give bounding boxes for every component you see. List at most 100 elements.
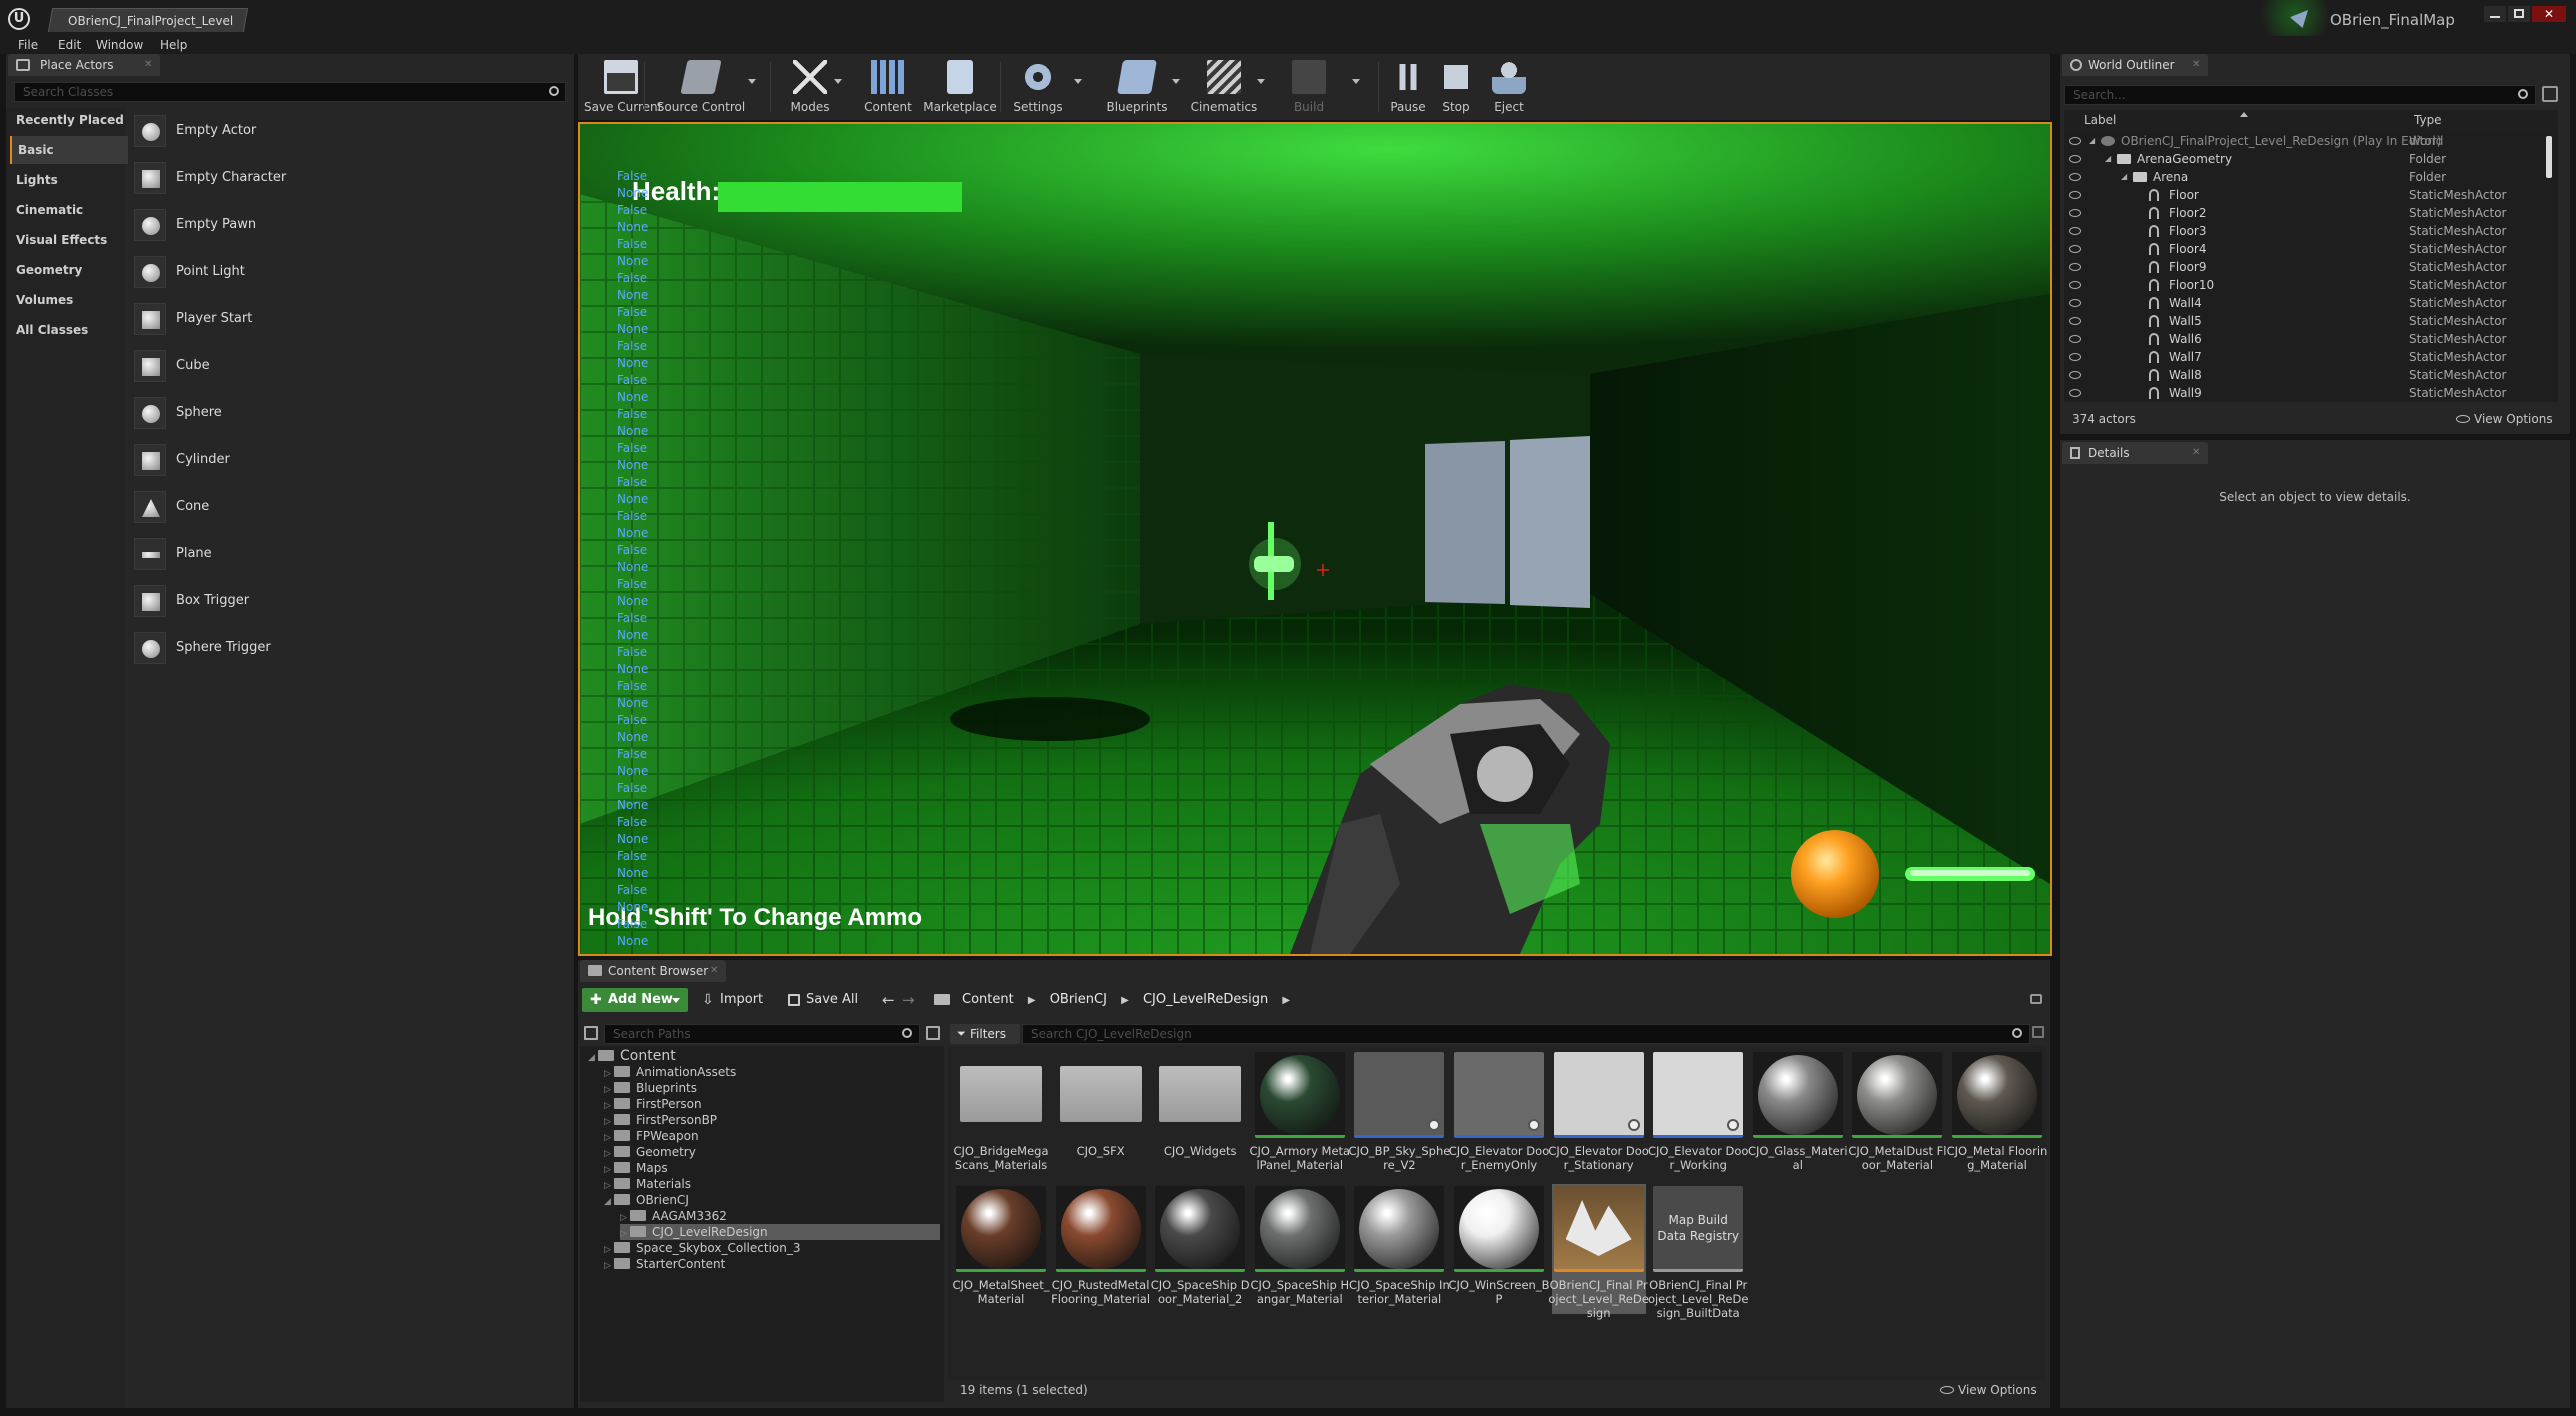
visibility-eye-icon[interactable] bbox=[2069, 227, 2081, 235]
source-control-button[interactable]: Source Control bbox=[652, 56, 750, 116]
path-tree-item-firstperson[interactable]: ▷ FirstPerson bbox=[604, 1096, 702, 1112]
dropdown-arrow-icon[interactable] bbox=[1074, 79, 1082, 84]
collapse-arrow-icon[interactable]: ◢ bbox=[604, 1194, 614, 1210]
paths-options-icon[interactable] bbox=[926, 1026, 940, 1040]
modes-button[interactable]: Modes bbox=[778, 56, 842, 116]
asset-tile[interactable]: CJO_MetalDust Floor_Material bbox=[1848, 1050, 1946, 1180]
visibility-eye-icon[interactable] bbox=[2069, 353, 2081, 361]
visibility-eye-icon[interactable] bbox=[2069, 209, 2081, 217]
save-all-button[interactable]: Save All bbox=[806, 988, 858, 1012]
actor-item-cube[interactable]: Cube bbox=[130, 345, 570, 387]
category-visual-effects[interactable]: Visual Effects bbox=[10, 226, 128, 254]
outliner-row-wall4[interactable]: Wall4 StaticMeshActor bbox=[2065, 294, 2555, 312]
actor-item-box-trigger[interactable]: Box Trigger bbox=[130, 580, 570, 622]
asset-tile[interactable]: CJO_Elevator Door_EnemyOnly bbox=[1449, 1050, 1549, 1180]
path-tree-item-geometry[interactable]: ▷ Geometry bbox=[604, 1144, 696, 1160]
breadcrumb-item[interactable]: CJO_LevelReDesign bbox=[1143, 992, 1268, 1007]
category-cinematic[interactable]: Cinematic bbox=[10, 196, 128, 224]
path-tree-item-startercontent[interactable]: ▷ StarterContent bbox=[604, 1256, 725, 1272]
menu-window[interactable]: Window bbox=[96, 36, 143, 54]
actor-item-empty-actor[interactable]: Empty Actor bbox=[130, 110, 570, 152]
menu-help[interactable]: Help bbox=[160, 36, 187, 54]
dropdown-arrow-icon[interactable] bbox=[1352, 79, 1360, 84]
visibility-eye-icon[interactable] bbox=[2069, 173, 2081, 181]
collapse-arrow-icon[interactable]: ◢ bbox=[588, 1050, 598, 1066]
asset-tile[interactable]: CJO_WinScreen_BP bbox=[1448, 1184, 1550, 1314]
import-button[interactable]: Import bbox=[720, 988, 763, 1012]
category-all-classes[interactable]: All Classes bbox=[10, 316, 128, 344]
visibility-eye-icon[interactable] bbox=[2069, 191, 2081, 199]
assets-view-options[interactable]: View Options bbox=[1958, 1380, 2037, 1400]
stop-button[interactable]: Stop bbox=[1434, 56, 1478, 116]
content-browser-tab-close-icon[interactable]: ✕ bbox=[710, 960, 718, 982]
asset-tile[interactable]: CJO_SpaceShip Door_Material_2 bbox=[1151, 1184, 1250, 1314]
category-lights[interactable]: Lights bbox=[10, 166, 128, 194]
path-tree-item-firstpersonbp[interactable]: ▷ FirstPersonBP bbox=[604, 1112, 717, 1128]
dropdown-arrow-icon[interactable] bbox=[1257, 79, 1265, 84]
category-geometry[interactable]: Geometry bbox=[10, 256, 128, 284]
outliner-row-arenageometry[interactable]: ◢ ArenaGeometry Folder bbox=[2065, 150, 2555, 168]
visibility-eye-icon[interactable] bbox=[2069, 371, 2081, 379]
path-tree-item-cjo-levelredesign[interactable]: ▷ CJO_LevelReDesign bbox=[620, 1224, 940, 1240]
history-forward-icon[interactable]: → bbox=[902, 988, 915, 1012]
settings-button[interactable]: Settings bbox=[1006, 56, 1070, 116]
asset-tile[interactable]: CJO_MetalSheet_Material bbox=[953, 1184, 1049, 1314]
path-tree-item-fpweapon[interactable]: ▷ FPWeapon bbox=[604, 1128, 699, 1144]
marketplace-button[interactable]: Marketplace bbox=[916, 56, 1004, 116]
maximize-button[interactable] bbox=[2508, 6, 2530, 22]
outliner-search-input[interactable] bbox=[2064, 85, 2536, 105]
visibility-eye-icon[interactable] bbox=[2069, 389, 2081, 397]
dropdown-arrow-icon[interactable] bbox=[1172, 79, 1180, 84]
path-tree-item-space-skybox-collection-3[interactable]: ▷ Space_Skybox_Collection_3 bbox=[604, 1240, 801, 1256]
path-tree-item-materials[interactable]: ▷ Materials bbox=[604, 1176, 691, 1192]
asset-tile[interactable]: CJO_BridgeMegaScans_Materials bbox=[953, 1050, 1049, 1180]
outliner-row-floor3[interactable]: Floor3 StaticMeshActor bbox=[2065, 222, 2555, 240]
minimize-button[interactable] bbox=[2484, 6, 2506, 22]
actor-item-point-light[interactable]: Point Light bbox=[130, 251, 570, 293]
visibility-eye-icon[interactable] bbox=[2069, 281, 2081, 289]
eject-button[interactable]: Eject bbox=[1486, 56, 1532, 116]
breadcrumb-separator-icon[interactable]: ▶ bbox=[1121, 995, 1129, 1006]
actor-item-sphere-trigger[interactable]: Sphere Trigger bbox=[130, 627, 570, 669]
place-actors-tab-close-icon[interactable]: ✕ bbox=[144, 54, 152, 76]
actor-item-empty-pawn[interactable]: Empty Pawn bbox=[130, 204, 570, 246]
asset-tile[interactable]: Map Build Data Registry OBrienCJ_Final Pr… bbox=[1648, 1184, 1748, 1320]
breadcrumb-separator-icon[interactable]: ▶ bbox=[1028, 995, 1036, 1006]
search-assets-input[interactable] bbox=[1022, 1024, 2030, 1044]
actor-item-player-start[interactable]: Player Start bbox=[130, 298, 570, 340]
breadcrumb-separator-icon[interactable]: ▶ bbox=[1282, 995, 1290, 1006]
actor-item-empty-character[interactable]: Empty Character bbox=[130, 157, 570, 199]
outliner-row-floor[interactable]: Floor StaticMeshActor bbox=[2065, 186, 2555, 204]
outliner-header-label[interactable]: Label bbox=[2084, 110, 2116, 130]
visibility-eye-icon[interactable] bbox=[2069, 155, 2081, 163]
search-classes-input[interactable] bbox=[14, 82, 566, 102]
dropdown-arrow-icon[interactable] bbox=[834, 79, 842, 84]
outliner-row-wall5[interactable]: Wall5 StaticMeshActor bbox=[2065, 312, 2555, 330]
asset-tile[interactable]: CJO_Elevator Door_Working bbox=[1648, 1050, 1748, 1180]
expand-arrow-icon[interactable]: ◢ bbox=[2121, 168, 2127, 186]
actor-item-plane[interactable]: Plane bbox=[130, 533, 570, 575]
path-tree-item-content[interactable]: ◢ Content bbox=[588, 1048, 676, 1064]
asset-tile[interactable]: CJO_SFX bbox=[1054, 1050, 1148, 1180]
details-tab[interactable] bbox=[2062, 442, 2208, 464]
breadcrumb-item[interactable]: OBrienCJ bbox=[1050, 992, 1107, 1007]
asset-tile[interactable]: CJO_Armory MetalPanel_Material bbox=[1249, 1050, 1350, 1180]
visibility-eye-icon[interactable] bbox=[2069, 299, 2081, 307]
visibility-eye-icon[interactable] bbox=[2069, 317, 2081, 325]
unreal-logo-icon[interactable]: U bbox=[8, 8, 30, 30]
pause-button[interactable]: Pause bbox=[1386, 56, 1430, 116]
world-outliner-tab-close-icon[interactable]: ✕ bbox=[2192, 54, 2200, 76]
visibility-eye-icon[interactable] bbox=[2069, 335, 2081, 343]
path-tree-item-animationassets[interactable]: ▷ AnimationAssets bbox=[604, 1064, 736, 1080]
outliner-view-options[interactable]: View Options bbox=[2474, 408, 2553, 430]
path-tree-item-obriencj[interactable]: ◢ OBrienCJ bbox=[604, 1192, 689, 1208]
outliner-row-wall9[interactable]: Wall9 StaticMeshActor bbox=[2065, 384, 2555, 402]
category-recently-placed[interactable]: Recently Placed bbox=[10, 106, 128, 134]
outliner-row-arena[interactable]: ◢ Arena Folder bbox=[2065, 168, 2555, 186]
sources-toggle-icon[interactable] bbox=[584, 1026, 598, 1040]
asset-tile[interactable]: CJO_Metal Flooring_Material bbox=[1947, 1050, 2047, 1180]
outliner-row-wall7[interactable]: Wall7 StaticMeshActor bbox=[2065, 348, 2555, 366]
blueprints-button[interactable]: Blueprints bbox=[1100, 56, 1174, 116]
history-back-icon[interactable]: ← bbox=[882, 988, 895, 1012]
outliner-row-floor4[interactable]: Floor4 StaticMeshActor bbox=[2065, 240, 2555, 258]
